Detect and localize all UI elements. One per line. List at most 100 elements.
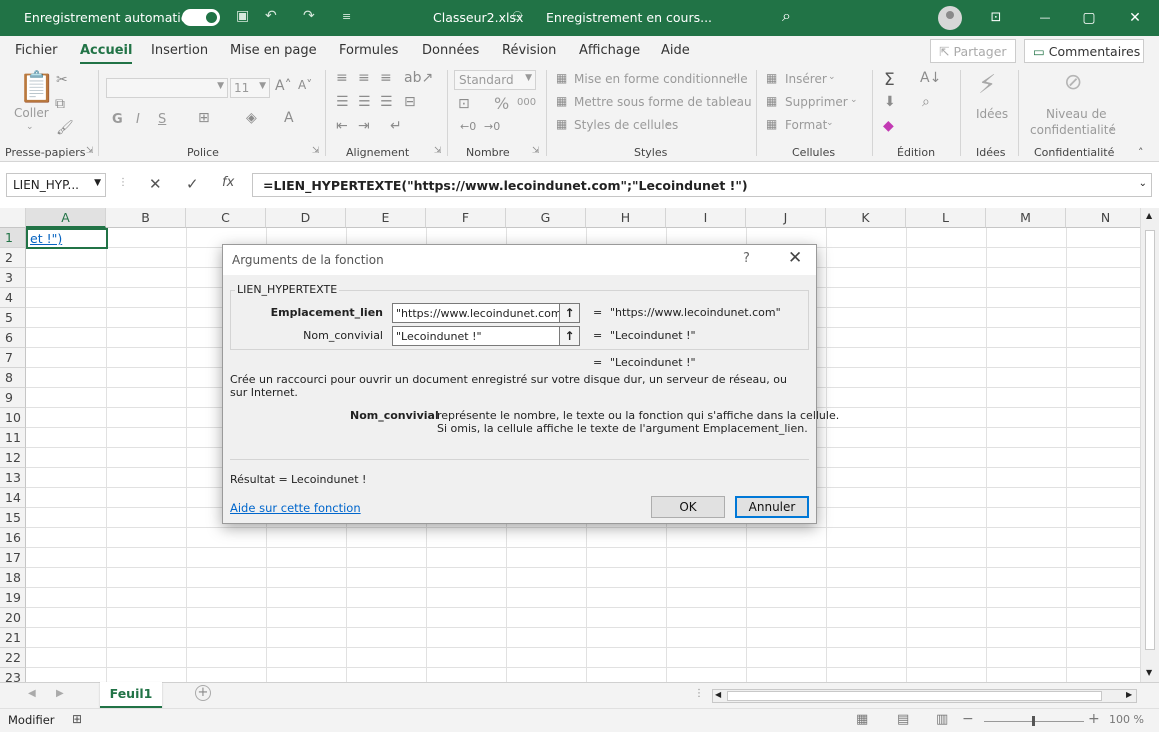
tab-insertion[interactable]: Insertion (151, 43, 208, 58)
search-icon[interactable]: ⌕ (782, 6, 791, 26)
underline-button[interactable]: S (158, 112, 166, 127)
conditional-format-button[interactable]: Mise en forme conditionnelle (574, 72, 748, 86)
currency-icon[interactable]: ⊡ (458, 96, 470, 112)
collapse-ribbon-icon[interactable]: ˄ (1138, 146, 1144, 159)
paste-icon[interactable]: 📋 (18, 70, 55, 105)
row-header-6[interactable]: 6 (0, 328, 26, 348)
row-header-22[interactable]: 22 (0, 648, 26, 668)
cell-styles-button[interactable]: Styles de cellules (574, 118, 678, 132)
tab-affichage[interactable]: Affichage (579, 43, 640, 58)
format-button[interactable]: Format (785, 118, 827, 132)
align-middle-icon[interactable]: ≡ (358, 70, 370, 86)
scroll-thumb[interactable] (1145, 230, 1155, 650)
wrap-text-icon[interactable]: ↵ (390, 118, 402, 134)
customize-toolbar-icon[interactable]: ≡ (342, 10, 351, 23)
row-header-14[interactable]: 14 (0, 488, 26, 508)
column-header-e[interactable]: E (346, 208, 426, 228)
row-header-19[interactable]: 19 (0, 588, 26, 608)
add-sheet-button[interactable]: + (195, 685, 211, 701)
page-layout-icon[interactable]: ▤ (897, 712, 909, 727)
format-as-table-button[interactable]: Mettre sous forme de tableau (574, 95, 752, 109)
formula-input[interactable]: =LIEN_HYPERTEXTE("https://www.lecoindune… (252, 173, 1152, 197)
next-sheet-icon[interactable]: ▶ (56, 688, 64, 699)
row-header-11[interactable]: 11 (0, 428, 26, 448)
column-header-k[interactable]: K (826, 208, 906, 228)
prev-sheet-icon[interactable]: ◀ (28, 688, 36, 699)
column-header-m[interactable]: M (986, 208, 1066, 228)
undo-icon[interactable]: ↶ (265, 8, 277, 24)
collapse-dialog-icon[interactable]: ↑ (559, 304, 579, 322)
font-color-icon[interactable]: A (284, 110, 294, 126)
column-header-i[interactable]: I (666, 208, 746, 228)
number-launcher-icon[interactable]: ⇲ (532, 146, 540, 156)
row-header-20[interactable]: 20 (0, 608, 26, 628)
number-format-box[interactable]: Standard ▼ (454, 70, 536, 90)
scroll-up-icon[interactable]: ▲ (1146, 211, 1152, 220)
column-header-d[interactable]: D (266, 208, 346, 228)
column-header-a[interactable]: A (26, 208, 106, 228)
fill-color-icon[interactable]: ◈ (246, 110, 257, 126)
row-header-1[interactable]: 1 (0, 228, 26, 248)
row-header-15[interactable]: 15 (0, 508, 26, 528)
sensitivity-line2[interactable]: confidentialité (1030, 123, 1116, 137)
find-icon[interactable]: ⌕ (922, 94, 930, 110)
zoom-out-icon[interactable]: − (962, 711, 974, 727)
zoom-slider-thumb[interactable] (1032, 716, 1035, 726)
column-header-h[interactable]: H (586, 208, 666, 228)
increase-indent-icon[interactable]: ⇥ (358, 118, 370, 134)
row-header-3[interactable]: 3 (0, 268, 26, 288)
row-header-8[interactable]: 8 (0, 368, 26, 388)
ribbon-display-icon[interactable]: ⊡ (981, 6, 1011, 30)
row-header-13[interactable]: 13 (0, 468, 26, 488)
clipboard-launcher-icon[interactable]: ⇲ (86, 146, 94, 156)
cancel-button[interactable]: Annuler (735, 496, 809, 518)
row-header-2[interactable]: 2 (0, 248, 26, 268)
sensitivity-line1[interactable]: Niveau de (1046, 107, 1107, 121)
font-name-box[interactable]: ▼ (106, 78, 228, 98)
row-header-5[interactable]: 5 (0, 308, 26, 328)
row-header-17[interactable]: 17 (0, 548, 26, 568)
column-header-j[interactable]: J (746, 208, 826, 228)
avatar[interactable] (938, 6, 962, 30)
scroll-down-icon[interactable]: ▼ (1146, 668, 1152, 677)
decrease-decimal-icon[interactable]: →0 (484, 120, 500, 133)
row-header-10[interactable]: 10 (0, 408, 26, 428)
font-shrink-icon[interactable]: A˅ (298, 78, 312, 92)
zoom-in-icon[interactable]: + (1088, 711, 1100, 727)
split-handle-icon[interactable]: ⋮ (694, 688, 704, 699)
insert-button[interactable]: Insérer (785, 72, 827, 86)
increase-decimal-icon[interactable]: ←0 (460, 120, 476, 133)
row-header-23[interactable]: 23 (0, 668, 26, 682)
align-left-icon[interactable]: ☰ (336, 94, 349, 110)
autosave-toggle[interactable] (182, 9, 220, 26)
row-header-21[interactable]: 21 (0, 628, 26, 648)
insert-function-button[interactable]: fx (222, 175, 234, 190)
restore-icon[interactable]: ▢ (1074, 6, 1104, 30)
expand-formula-icon[interactable]: ⌄ (1139, 178, 1147, 189)
align-right-icon[interactable]: ☰ (380, 94, 393, 110)
page-break-icon[interactable]: ▥ (936, 712, 948, 727)
horizontal-scrollbar[interactable]: ◀ ▶ (712, 689, 1137, 703)
decrease-indent-icon[interactable]: ⇤ (336, 118, 348, 134)
column-header-c[interactable]: C (186, 208, 266, 228)
sensitivity-icon[interactable]: ⊘ (1064, 70, 1082, 95)
redo-icon[interactable]: ↷ (303, 8, 315, 24)
collapse-dialog-icon[interactable]: ↑ (559, 327, 579, 345)
ok-button[interactable]: OK (651, 496, 725, 518)
column-header-n[interactable]: N (1066, 208, 1146, 228)
scroll-right-icon[interactable]: ▶ (1126, 690, 1132, 699)
share-button[interactable]: ⇱ Partager (930, 39, 1016, 63)
select-all-corner[interactable] (0, 208, 26, 228)
zoom-level[interactable]: 100 % (1109, 713, 1144, 726)
row-header-16[interactable]: 16 (0, 528, 26, 548)
font-launcher-icon[interactable]: ⇲ (312, 146, 320, 156)
fill-icon[interactable]: ⬇ (884, 94, 896, 110)
scroll-thumb[interactable] (727, 691, 1102, 701)
autosum-icon[interactable]: Σ (884, 70, 895, 90)
delete-button[interactable]: Supprimer (785, 95, 848, 109)
row-header-12[interactable]: 12 (0, 448, 26, 468)
ideas-icon[interactable]: ⚡ (978, 70, 996, 100)
normal-view-icon[interactable]: ▦ (856, 712, 868, 727)
copy-icon[interactable]: ⧉ (55, 96, 65, 112)
enter-icon[interactable]: ✓ (186, 175, 199, 193)
